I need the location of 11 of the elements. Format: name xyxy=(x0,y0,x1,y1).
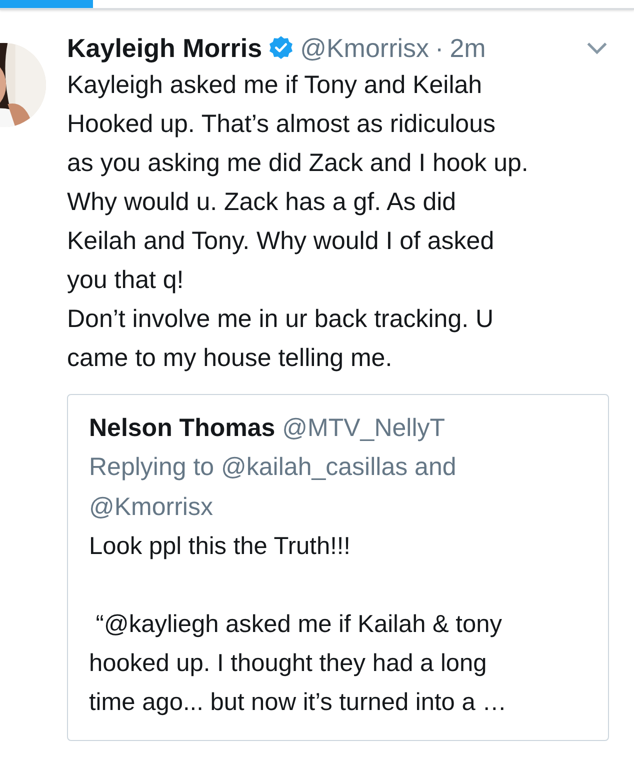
quoted-author-handle: @MTV_NellyT xyxy=(282,413,446,444)
replying-to-text: Replying to @kailah_casillas and @Kmorrisx xyxy=(89,452,458,523)
tweet-text: Kayleigh asked me if Tony and Keilah Hooked up. That’s almost as ridiculous as you asking me did Zack and I hook up. Why would u. Zack has a gf. As did Keilah and Tony. Why would I of asked you that q! Don’t involve me in ur back tracking. U came to my house telling me. xyxy=(67,70,530,374)
author-name[interactable]: Kayleigh Morris xyxy=(67,32,262,64)
quoted-tweet[interactable] xyxy=(67,394,609,741)
quoted-tweet-text: Look ppl this the Truth!!! “@kayliegh asked me if Kailah & tony hooked up. I thought they had a long time ago... but now it’s turned into a … xyxy=(89,532,508,718)
author-handle[interactable]: @Kmorrisx xyxy=(300,32,430,64)
caret-icon[interactable] xyxy=(586,41,608,55)
quoted-author-name: Nelson Thomas xyxy=(89,413,276,444)
tweet-time[interactable]: 2m xyxy=(450,32,486,64)
separator-dot: · xyxy=(435,32,444,64)
